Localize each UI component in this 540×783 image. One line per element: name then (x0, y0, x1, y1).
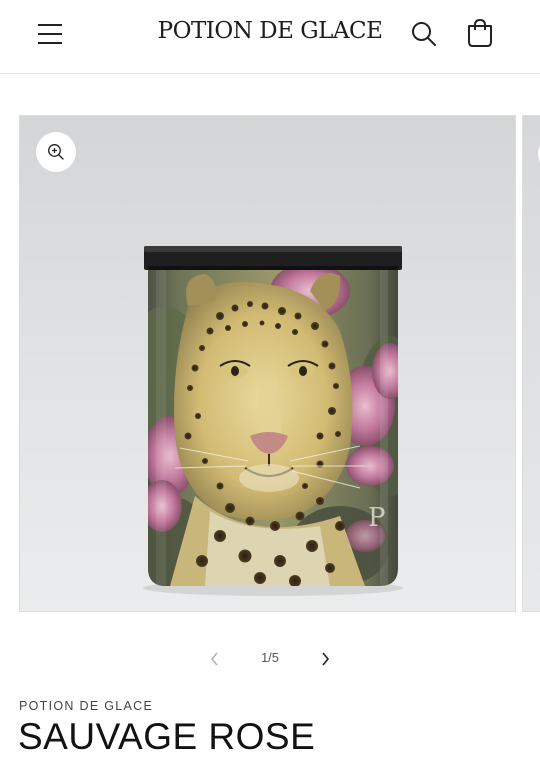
product-vendor: POTION DE GLACE (19, 699, 154, 713)
chevron-left-icon (210, 652, 218, 666)
previous-slide-button[interactable] (197, 641, 233, 677)
site-header: POTION DE GLACE (0, 0, 540, 74)
product-media-gallery: P (19, 115, 540, 613)
slider-controls: 1/5 (195, 641, 345, 677)
cart-button[interactable] (459, 12, 501, 54)
zoom-in-icon (48, 144, 64, 160)
next-slide-button[interactable] (307, 641, 343, 677)
product-image-slide[interactable]: P (19, 115, 516, 612)
svg-text:P: P (368, 503, 386, 533)
chevron-right-icon (322, 652, 330, 666)
shopping-bag-icon (468, 18, 492, 47)
search-button[interactable] (404, 14, 444, 54)
product-title: SAUVAGE ROSE (18, 716, 316, 757)
search-icon (412, 22, 436, 46)
zoom-button[interactable] (36, 132, 76, 172)
next-product-image-slide[interactable] (522, 115, 540, 612)
slide-counter: 1/5 (260, 650, 280, 665)
leopard-candle-jar-image: P (143, 246, 403, 596)
